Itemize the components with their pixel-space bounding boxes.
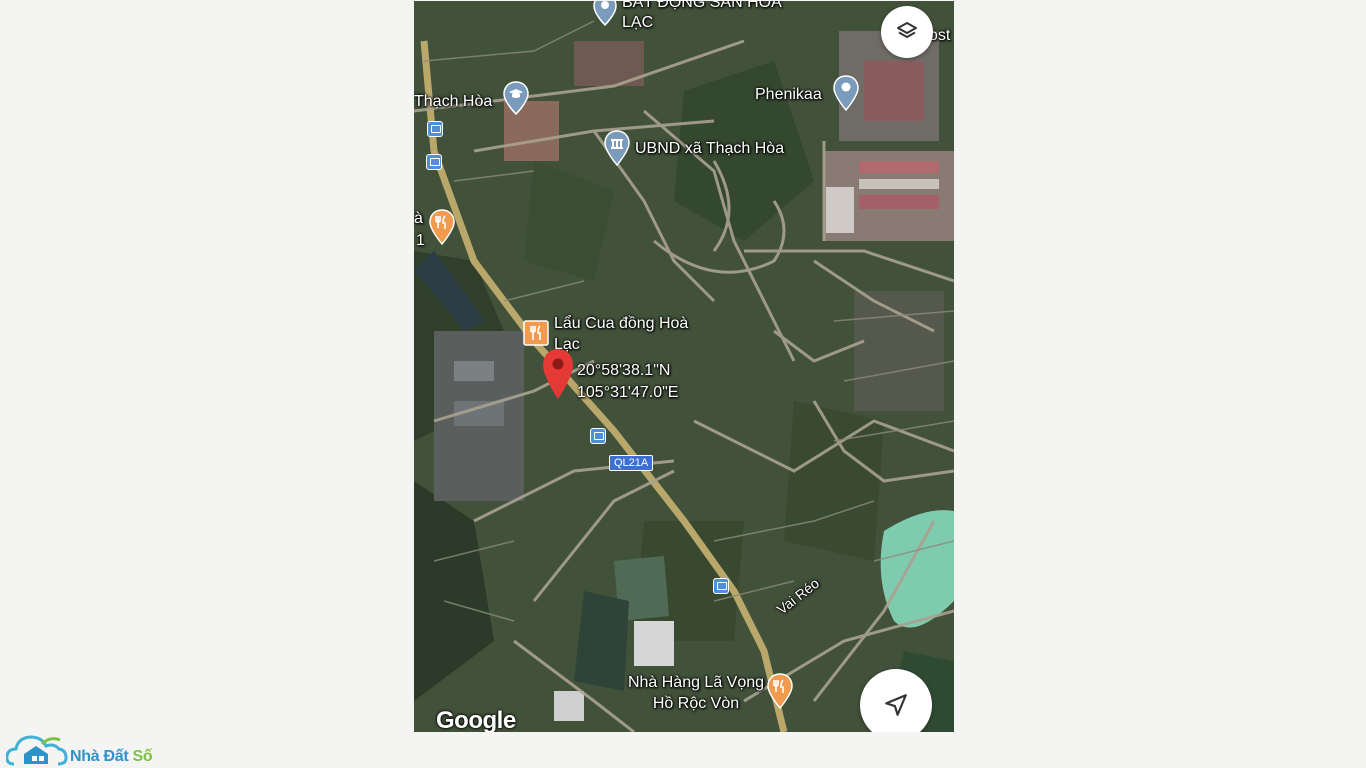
bus-stop-icon[interactable] xyxy=(427,121,443,137)
location-pin-icon[interactable] xyxy=(592,1,618,27)
bus-stop-icon[interactable] xyxy=(713,578,729,594)
school-pin-icon[interactable] xyxy=(502,80,530,116)
satellite-map[interactable]: BẤT ĐỘNG SẢN HOÀ LẠC ost Thạch Hòa Pheni… xyxy=(414,1,954,732)
restaurant-pin-icon[interactable] xyxy=(766,672,794,710)
layers-button[interactable] xyxy=(881,6,933,58)
dropped-pin-icon[interactable] xyxy=(541,347,575,401)
google-logo: Google xyxy=(436,707,516,732)
road-shield-ql21a: QL21A xyxy=(609,455,654,471)
restaurant-pin-icon[interactable] xyxy=(428,208,456,246)
poi-label-thach-hoa[interactable]: Thạch Hòa xyxy=(414,91,492,112)
poi-label-phenikaa[interactable]: Phenikaa xyxy=(755,84,822,105)
poi-label-bat-dong-san[interactable]: BẤT ĐỘNG SẢN HOÀ LẠC xyxy=(622,1,802,33)
bus-stop-icon[interactable] xyxy=(426,154,442,170)
navigation-arrow-icon xyxy=(885,694,907,716)
poi-label-nha-hang[interactable]: Nhà Hàng Lã Vọng Hồ Rộc Vòn xyxy=(626,672,766,714)
pin-longitude: 105°31'47.0"E xyxy=(577,384,679,401)
map-imagery xyxy=(414,1,954,732)
cloud-house-icon xyxy=(6,735,68,766)
government-pin-icon[interactable] xyxy=(603,129,631,167)
layers-icon xyxy=(897,22,917,38)
poi-label-lau-cua[interactable]: Lẩu Cua đồng Hoà Lạc xyxy=(554,313,714,355)
my-location-button[interactable] xyxy=(860,669,932,732)
poi-label-ubnd[interactable]: UBND xã Thạch Hòa xyxy=(635,138,784,159)
bus-stop-icon[interactable] xyxy=(590,428,606,444)
watermark-logo: Nhà Đất Số xyxy=(6,732,153,766)
poi-label-edge-left-num: 1 xyxy=(416,232,425,249)
location-pin-icon[interactable] xyxy=(832,74,860,112)
poi-label-edge-left: à xyxy=(414,210,423,227)
watermark-text: Nhà Đất Số xyxy=(70,748,153,765)
pin-latitude: 20°58'38.1"N xyxy=(577,362,671,379)
restaurant-icon[interactable] xyxy=(523,320,549,346)
